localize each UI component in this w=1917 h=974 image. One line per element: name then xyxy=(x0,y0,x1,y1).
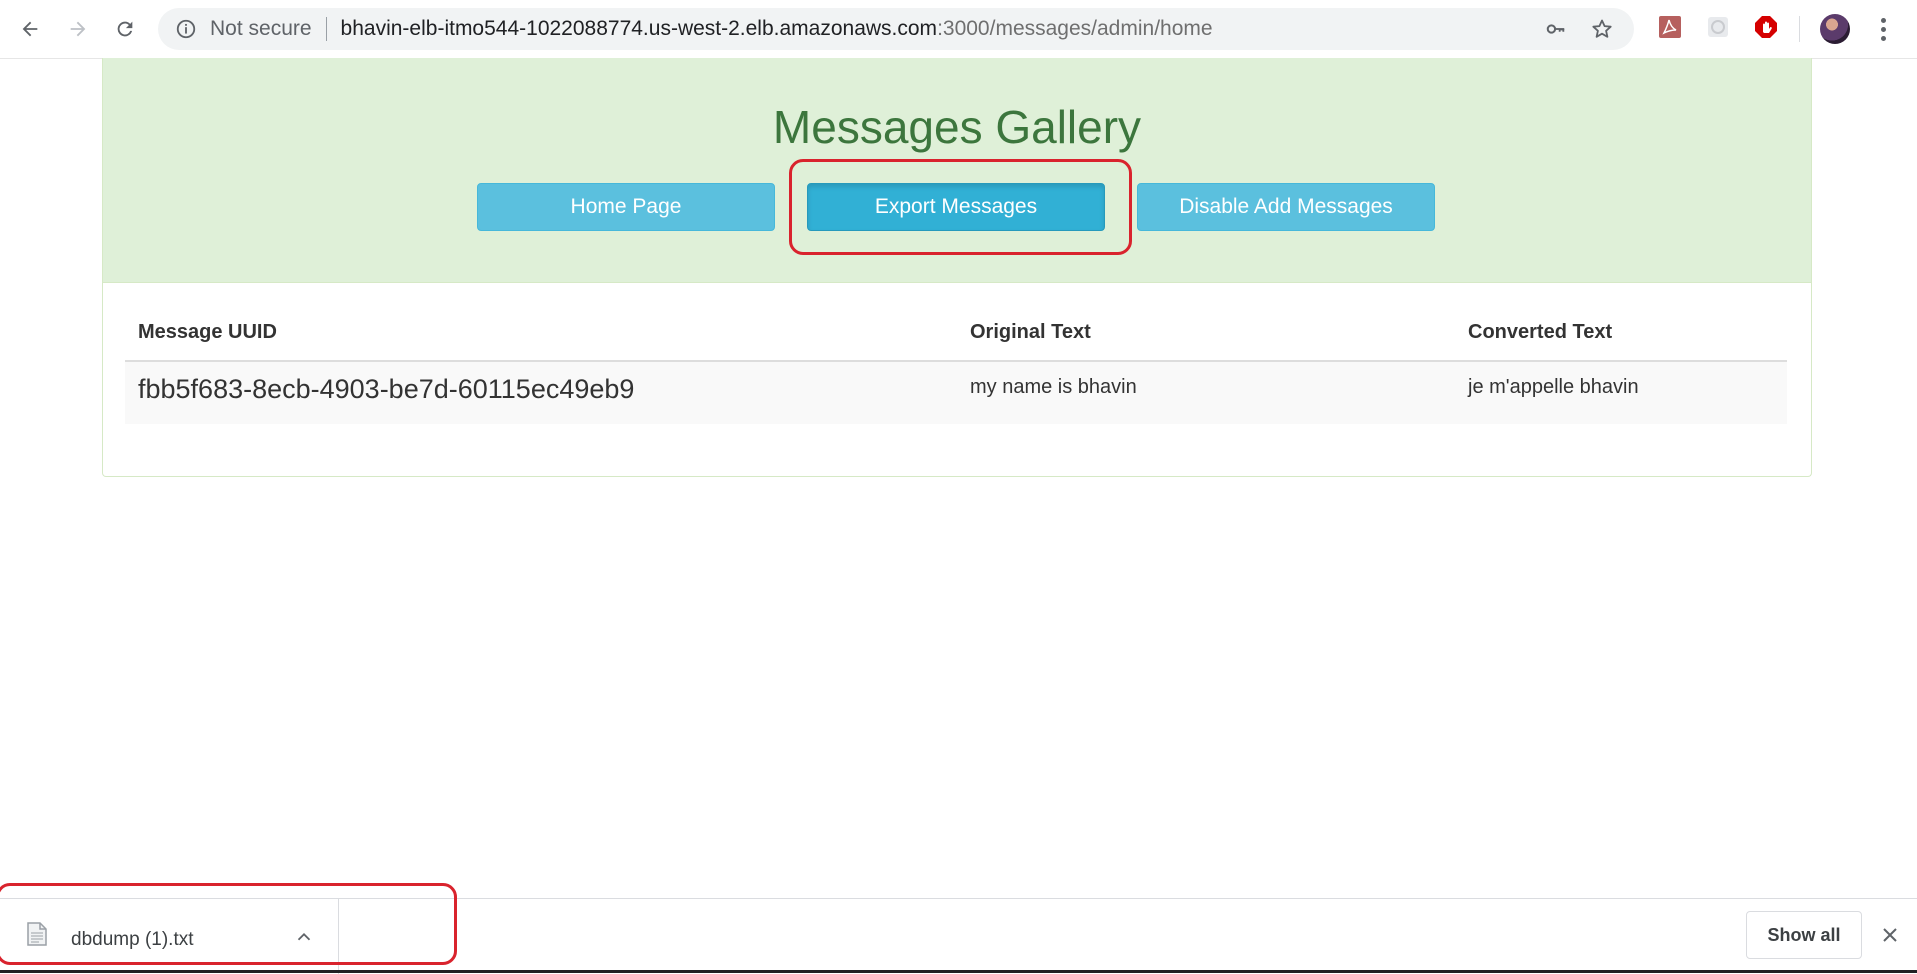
table-header-row: Message UUID Original Text Converted Tex… xyxy=(125,302,1787,362)
back-button[interactable] xyxy=(13,12,47,46)
extension-icon[interactable] xyxy=(1705,14,1731,40)
forward-button[interactable] xyxy=(61,12,95,46)
page-title: Messages Gallery xyxy=(772,101,1142,153)
chevron-up-icon[interactable] xyxy=(293,926,315,948)
column-header-original: Original Text xyxy=(957,302,1455,362)
file-icon xyxy=(27,922,47,946)
export-messages-button[interactable]: Export Messages xyxy=(807,183,1105,231)
toolbar-divider xyxy=(1799,16,1800,42)
column-header-converted: Converted Text xyxy=(1455,302,1787,362)
more-vertical-icon[interactable] xyxy=(1872,14,1894,44)
avatar[interactable] xyxy=(1820,14,1850,44)
key-icon[interactable] xyxy=(1544,17,1568,41)
omnibox-divider xyxy=(325,17,327,41)
messages-panel: Messages Gallery Home Page Export Messag… xyxy=(102,58,1812,477)
column-header-uuid: Message UUID xyxy=(125,302,957,362)
download-shelf: dbdump (1).txt Show all xyxy=(0,898,1917,974)
info-icon[interactable] xyxy=(174,17,198,41)
acrobat-extension-icon[interactable] xyxy=(1657,14,1683,40)
close-icon[interactable] xyxy=(1878,923,1902,947)
cell-uuid: fbb5f683-8ecb-4903-be7d-60115ec49eb9 xyxy=(125,361,957,424)
star-icon[interactable] xyxy=(1590,17,1614,41)
reload-icon xyxy=(117,21,133,37)
url-text[interactable]: bhavin-elb-itmo544-1022088774.us-west-2.… xyxy=(341,17,1213,41)
panel-heading: Messages Gallery Home Page Export Messag… xyxy=(103,58,1811,283)
arrow-right-icon xyxy=(70,21,86,37)
cell-converted-text: je m'appelle bhavin xyxy=(1455,361,1787,424)
home-page-button[interactable]: Home Page xyxy=(477,183,775,231)
reload-button[interactable] xyxy=(108,12,142,46)
address-bar[interactable]: Not secure bhavin-elb-itmo544-1022088774… xyxy=(158,8,1634,50)
download-file-name: dbdump (1).txt xyxy=(71,929,194,950)
messages-table: Message UUID Original Text Converted Tex… xyxy=(125,302,1787,424)
arrow-left-icon xyxy=(22,21,38,37)
table-row: fbb5f683-8ecb-4903-be7d-60115ec49eb9 my … xyxy=(125,361,1787,424)
download-item[interactable]: dbdump (1).txt xyxy=(0,899,339,974)
browser-toolbar: Not secure bhavin-elb-itmo544-1022088774… xyxy=(0,0,1917,59)
url-host: bhavin-elb-itmo544-1022088774.us-west-2.… xyxy=(340,17,938,40)
show-all-button[interactable]: Show all xyxy=(1746,911,1862,959)
adblock-icon[interactable] xyxy=(1753,14,1779,40)
security-label: Not secure xyxy=(210,17,312,40)
cell-original-text: my name is bhavin xyxy=(957,361,1455,424)
disable-add-messages-button[interactable]: Disable Add Messages xyxy=(1137,183,1435,231)
url-path: :3000/messages/admin/home xyxy=(937,17,1213,40)
